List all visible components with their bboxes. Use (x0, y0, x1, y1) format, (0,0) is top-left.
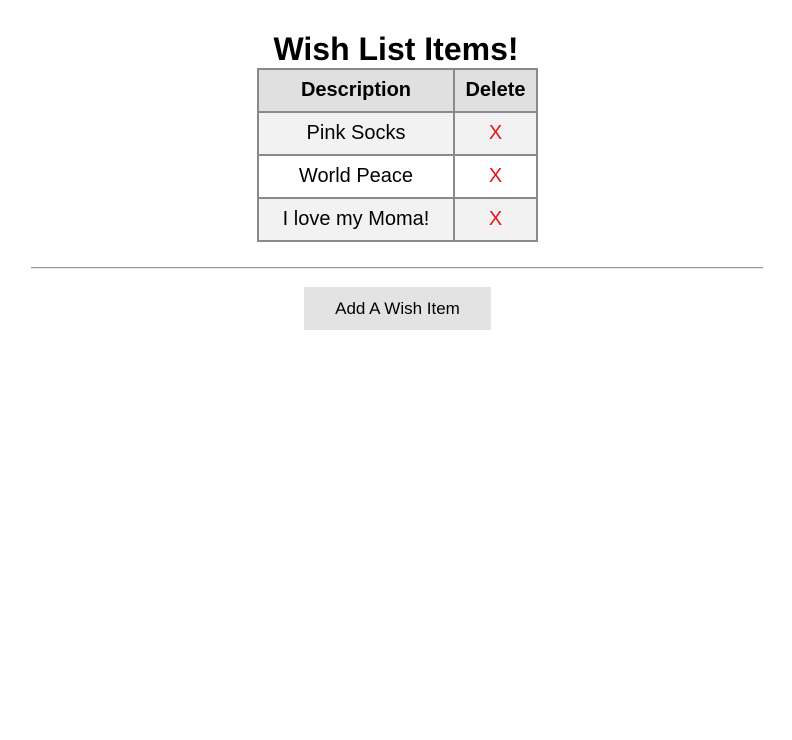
delete-cell: X (453, 111, 538, 156)
table-row: Pink Socks X (257, 111, 538, 156)
wish-list-table: Description Delete Pink Socks X World Pe… (257, 68, 538, 242)
delete-cell: X (453, 197, 538, 242)
wish-item-description: World Peace (257, 154, 455, 199)
delete-cell: X (453, 154, 538, 199)
wish-item-description: Pink Socks (257, 111, 455, 156)
delete-button[interactable]: X (489, 208, 502, 230)
divider (31, 267, 763, 269)
wish-item-description: I love my Moma! (257, 197, 455, 242)
column-header-description: Description (257, 68, 455, 113)
page-title: Wish List Items! (273, 31, 519, 67)
table-row: World Peace X (257, 154, 538, 199)
column-header-delete: Delete (453, 68, 538, 113)
delete-button[interactable]: X (489, 122, 502, 144)
page: Wish List Items! Description Delete Pink… (0, 0, 792, 740)
add-wish-item-button[interactable]: Add A Wish Item (304, 287, 491, 330)
table-header-row: Description Delete (257, 68, 538, 113)
delete-button[interactable]: X (489, 165, 502, 187)
table-row: I love my Moma! X (257, 197, 538, 242)
